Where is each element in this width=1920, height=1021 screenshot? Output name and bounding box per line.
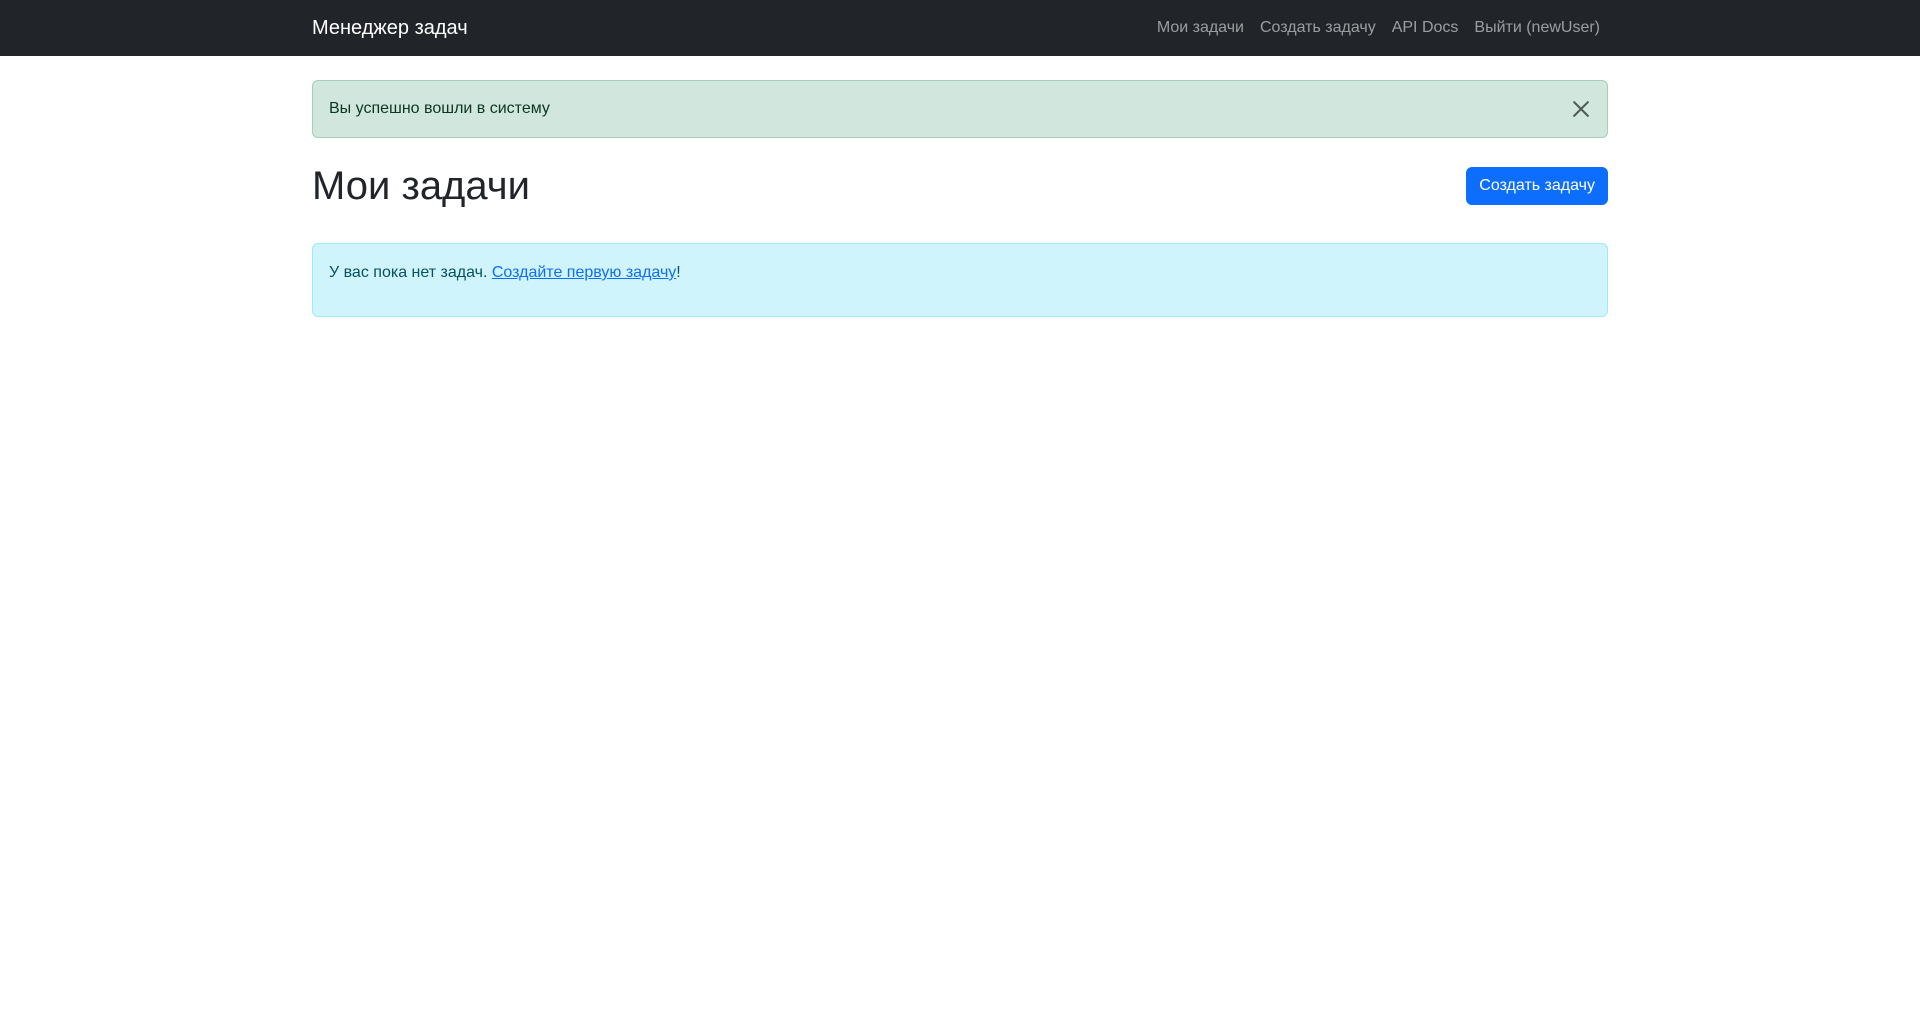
empty-state-alert: У вас пока нет задач. Создайте первую за… <box>312 243 1608 317</box>
main-container: Вы успешно вошли в систему Мои задачи Со… <box>312 56 1608 317</box>
navbar-container: Менеджер задач Мои задачи Создать задачу… <box>312 0 1608 56</box>
top-navbar: Менеджер задач Мои задачи Создать задачу… <box>0 0 1920 56</box>
nav-links: Мои задачи Создать задачу API Docs Выйти… <box>1141 19 1608 37</box>
nav-link-create-task[interactable]: Создать задачу <box>1260 19 1376 37</box>
create-first-task-link[interactable]: Создайте первую задачу <box>492 264 676 281</box>
nav-link-logout[interactable]: Выйти (newUser) <box>1474 19 1600 37</box>
close-alert-button[interactable] <box>1571 99 1591 119</box>
nav-link-api-docs[interactable]: API Docs <box>1392 19 1459 37</box>
success-alert-message: Вы успешно вошли в систему <box>329 100 550 117</box>
brand-link[interactable]: Менеджер задач <box>312 17 468 40</box>
close-icon <box>1573 101 1589 117</box>
success-alert: Вы успешно вошли в систему <box>312 80 1608 138</box>
empty-state-text: У вас пока нет задач. <box>329 264 492 281</box>
create-task-button[interactable]: Создать задачу <box>1466 167 1608 205</box>
page-header: Мои задачи Создать задачу <box>312 162 1608 210</box>
empty-state-suffix: ! <box>676 264 681 281</box>
page-title: Мои задачи <box>312 164 530 208</box>
nav-link-my-tasks[interactable]: Мои задачи <box>1157 19 1244 37</box>
